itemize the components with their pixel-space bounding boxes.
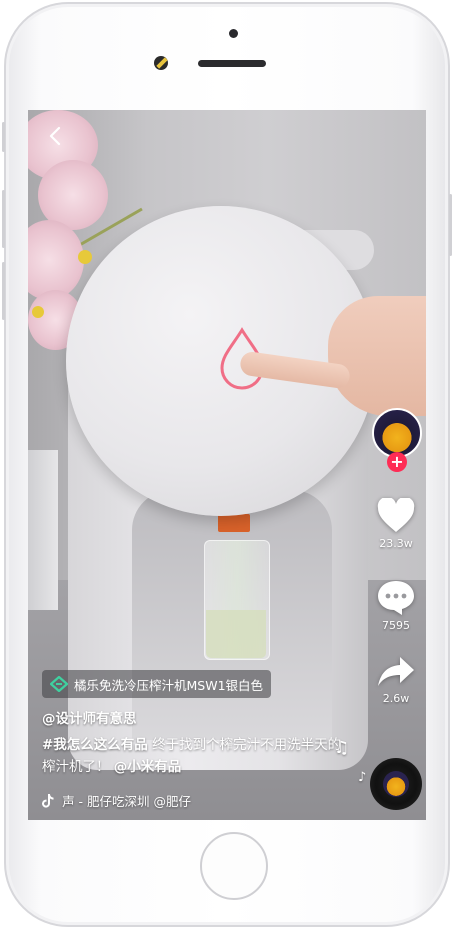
music-disc[interactable] xyxy=(370,758,422,810)
caption-hashtag[interactable]: #我怎么这么有品 xyxy=(42,737,148,753)
juice xyxy=(206,610,266,658)
video-caption: #我怎么这么有品 终于找到个榨完汁不用洗半天的榨汁机了！ @小米有品 xyxy=(42,734,342,778)
volume-up-button xyxy=(2,190,5,248)
comment-icon xyxy=(378,581,414,615)
comment-count: 7595 xyxy=(382,619,410,632)
heart-icon xyxy=(377,498,415,532)
product-tag-label: 橘乐免洗冷压榨汁机MSW1银白色 xyxy=(74,677,264,693)
music-note-icon: ♫ xyxy=(334,738,350,758)
power-button xyxy=(449,194,452,256)
back-chevron-icon[interactable] xyxy=(44,124,68,148)
share-count: 2.6w xyxy=(382,692,410,705)
like-button[interactable]: 23.3w xyxy=(366,498,426,550)
music-title: 声 - 肥仔吃深圳 @肥仔 xyxy=(60,794,194,809)
product-tag[interactable]: 橘乐免洗冷压榨汁机MSW1银白色 xyxy=(42,670,272,698)
vase xyxy=(28,450,58,610)
juicer-spout xyxy=(218,514,250,532)
share-icon xyxy=(378,657,414,686)
author-name[interactable]: @设计师有意思 xyxy=(42,707,137,727)
link-icon xyxy=(50,676,68,692)
follow-button[interactable]: + xyxy=(387,452,407,472)
music-ticker[interactable]: 声 - 肥仔吃深圳 @肥仔 xyxy=(42,791,252,810)
caption-mention[interactable]: @小米有品 xyxy=(114,759,182,775)
proximity-sensor xyxy=(154,56,168,70)
silent-switch xyxy=(2,122,5,152)
yellow-flower xyxy=(32,306,44,318)
earpiece-speaker xyxy=(198,60,266,67)
music-note-icon: ♪ xyxy=(358,770,367,785)
volume-down-button xyxy=(2,262,5,320)
front-camera xyxy=(229,29,238,38)
comment-button[interactable]: 7595 xyxy=(366,578,426,632)
video-screen[interactable]: + 23.3w 7595 2.6w 橘乐免洗冷压榨汁机MSW1银白色 @设计师有… xyxy=(28,110,426,820)
music-disc-cover xyxy=(383,771,409,797)
tiktok-logo-icon xyxy=(42,793,54,808)
like-count: 23.3w xyxy=(379,537,413,550)
home-button[interactable] xyxy=(200,832,268,900)
share-button[interactable]: 2.6w xyxy=(366,655,426,705)
yellow-flower xyxy=(78,250,92,264)
author-avatar[interactable] xyxy=(372,408,422,458)
